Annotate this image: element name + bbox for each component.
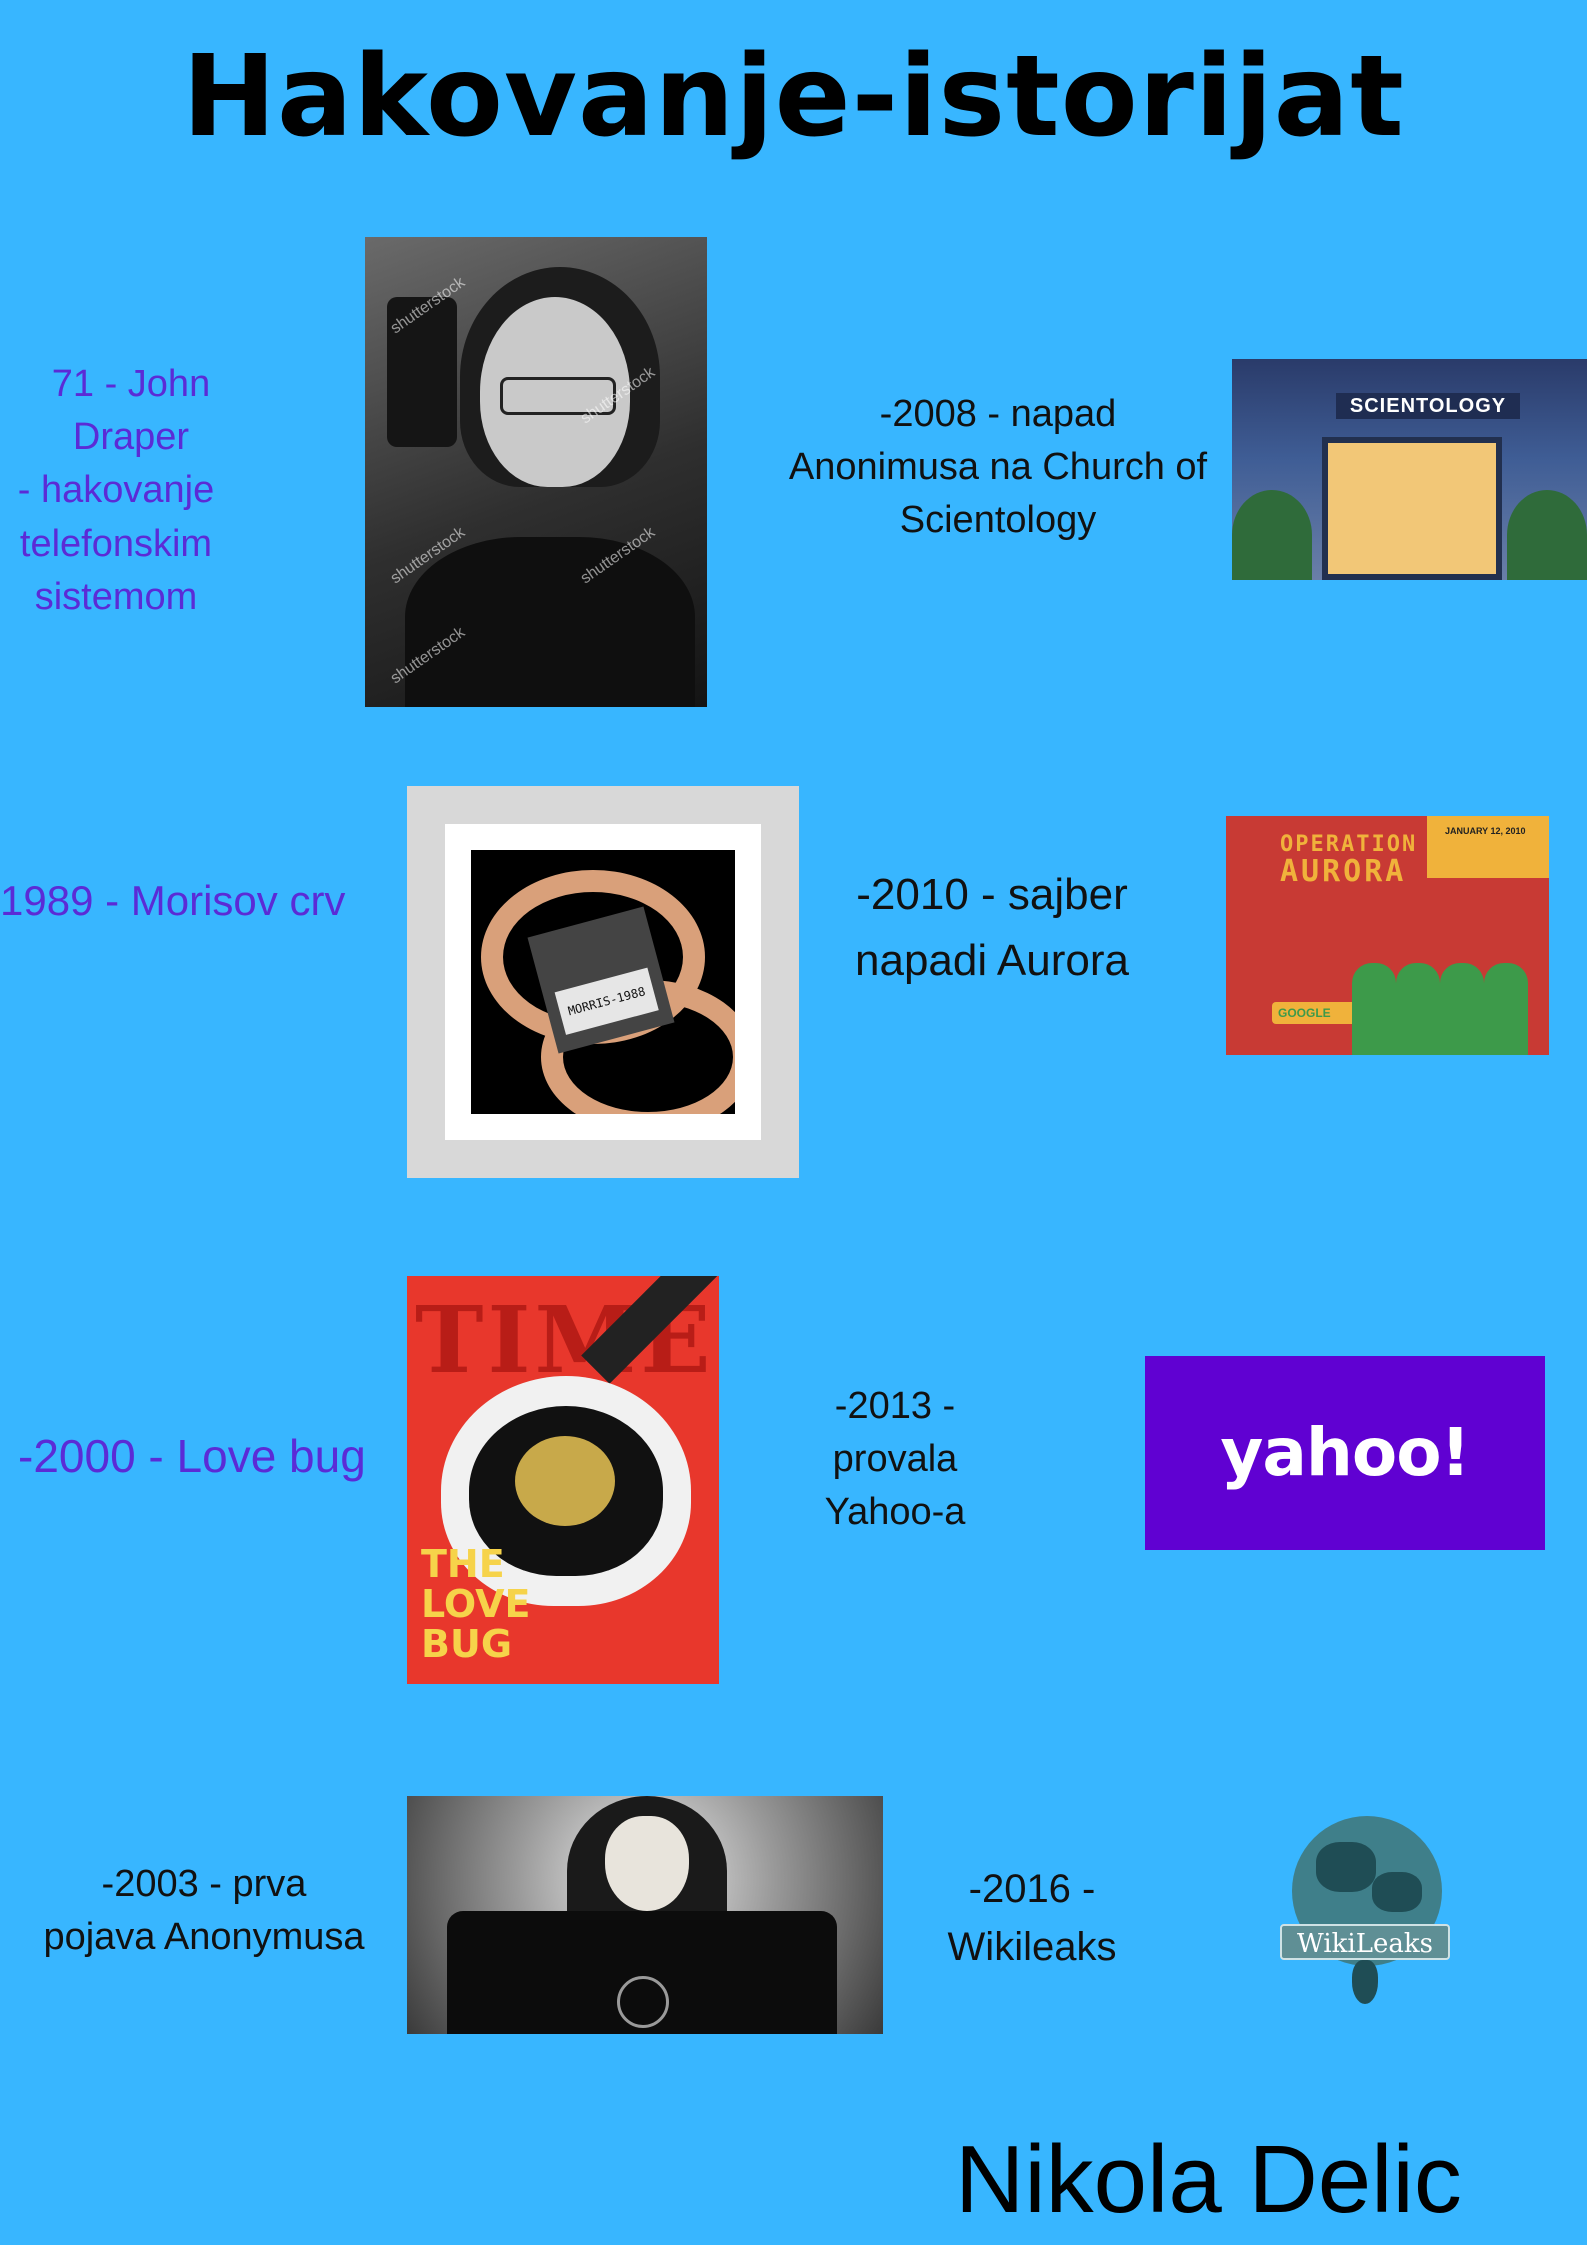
event-scientology-label: -2008 - napad Anonimusa na Church of Sci… <box>765 388 1231 548</box>
event-scientology-line-3: Scientology <box>899 499 1097 542</box>
church-of-scientology-photo: SCIENTOLOGY <box>1232 359 1587 580</box>
event-wikileaks-line-2: Wikileaks <box>947 1925 1117 1969</box>
event-wikileaks-label: -2016 - Wikileaks <box>892 1860 1172 1976</box>
operation-aurora-poster: OPERATION AURORA JANUARY 12, 2010 GOOGLE <box>1226 816 1549 1055</box>
event-anonymus-label: -2003 - prva pojava Anonymusa <box>24 1858 384 1964</box>
anonymous-hacker-photo <box>407 1796 883 2034</box>
event-anonymus-line-1: -2003 - prva <box>101 1863 307 1905</box>
author-name: Nikola Delic <box>955 2126 1462 2233</box>
john-draper-photo: shutterstock shutterstock shutterstock s… <box>365 237 707 707</box>
event-scientology-line-2: Anonimusa na Church of <box>788 446 1208 489</box>
event-draper-line-2: - hakovanje <box>17 469 215 512</box>
wikileaks-logo: WikiLeaks <box>1276 1812 1456 2012</box>
event-draper-line-4: sistemom <box>34 575 198 618</box>
event-lovebug-label: -2000 - Love bug <box>18 1430 366 1482</box>
event-morris-label: 1989 - Morisov crv <box>0 877 346 924</box>
bug-icon <box>515 1436 615 1526</box>
event-yahoo-label: -2013 - provala Yahoo-a <box>780 1380 1010 1540</box>
yahoo-logo: yahoo! <box>1145 1356 1545 1550</box>
event-aurora-line-1: -2010 - sajber <box>856 870 1128 919</box>
morris-worm-artwork: MORRIS-1988 <box>407 786 799 1178</box>
time-love-bug-cover: TIME THE LOVE BUG <box>407 1276 719 1684</box>
event-draper-label: 71 - John Draper - hakovanje telefonskim… <box>0 358 272 624</box>
event-wikileaks-line-1: -2016 - <box>968 1867 1096 1911</box>
page-title: Hakovanje-istorijat <box>182 32 1405 162</box>
guy-fawkes-mask-icon <box>605 1816 689 1911</box>
event-draper-line-1: 71 - John Draper <box>51 363 211 459</box>
event-anonymus-line-2: pojava Anonymusa <box>43 1916 365 1959</box>
event-draper-line-3: telefonskim <box>19 522 213 565</box>
event-aurora-label: -2010 - sajber napadi Aurora <box>812 862 1172 994</box>
event-yahoo-line-3: Yahoo-a <box>824 1491 966 1534</box>
anonymous-logo-icon <box>617 1976 669 2028</box>
event-scientology-line-1: -2008 - napad <box>879 393 1117 435</box>
event-aurora-line-2: napadi Aurora <box>855 936 1129 985</box>
event-yahoo-line-2: provala <box>832 1438 958 1481</box>
event-yahoo-line-1: -2013 - <box>834 1385 956 1427</box>
